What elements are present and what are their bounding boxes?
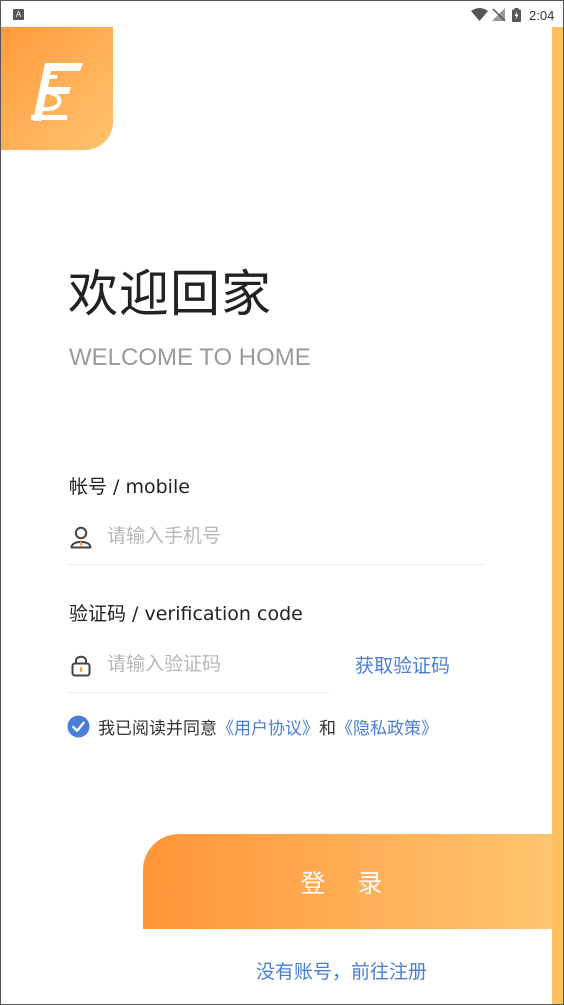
code-field-row[interactable] [67, 636, 329, 693]
user-agreement-link[interactable]: 《用户协议》 [217, 714, 319, 739]
right-accent-bar [552, 27, 563, 1004]
login-button[interactable]: 登 录 [143, 834, 552, 929]
agreement-checkbox[interactable] [67, 714, 90, 738]
code-input[interactable] [105, 648, 319, 680]
status-time: 2:04 [529, 8, 555, 23]
agreement-connector: 和 [319, 718, 336, 739]
app-logo-icon [31, 63, 83, 121]
get-code-button[interactable]: 获取验证码 [355, 651, 450, 678]
page-subtitle: WELCOME TO HOME [69, 344, 311, 371]
privacy-policy-link[interactable]: 《隐私政策》 [336, 714, 438, 739]
battery-charging-icon [512, 8, 521, 22]
register-link[interactable]: 没有账号，前往注册 [256, 957, 427, 984]
account-label: 帐号 / mobile [69, 476, 190, 498]
wifi-icon [471, 8, 488, 21]
agreement-row: 我已阅读并同意 《用户协议》 和 《隐私政策》 [67, 713, 438, 739]
login-button-label: 登 录 [300, 868, 395, 898]
account-field-row[interactable] [67, 508, 485, 565]
user-icon [70, 526, 92, 549]
status-bar: A 2:04 [1, 1, 563, 27]
account-input[interactable] [105, 520, 319, 552]
code-label: 验证码 / verification code [69, 603, 303, 625]
notification-icon: A [13, 9, 24, 20]
app-logo [1, 27, 113, 150]
lock-icon [71, 655, 91, 677]
agreement-text: 我已阅读并同意 [98, 718, 217, 739]
page-title: 欢迎回家 [68, 265, 272, 323]
no-signal-icon [492, 8, 506, 21]
